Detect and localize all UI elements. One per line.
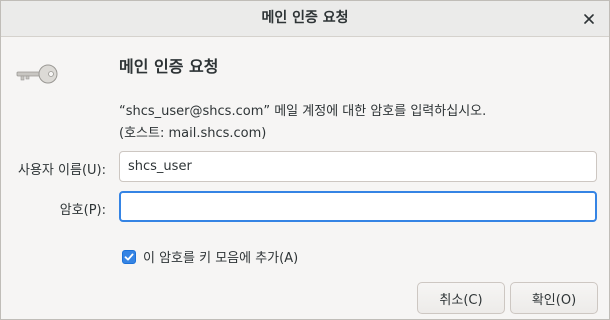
password-field[interactable] [119,191,597,222]
checkmark-icon [124,253,134,260]
message-account-line: “shcs_user@shcs.com” 메일 계정에 대한 암호를 입력하십시… [119,104,487,119]
close-icon [584,14,594,24]
remember-password-label: 이 암호를 키 모음에 추가(A) [143,251,299,266]
dialog-heading: 메인 인증 요청 [119,57,219,76]
username-field[interactable] [119,151,597,182]
dialog-message: “shcs_user@shcs.com” 메일 계정에 대한 암호를 입력하십시… [119,101,486,145]
password-label: 암호(P): [59,203,106,218]
remember-password-checkbox[interactable] [122,249,136,264]
remember-password-option[interactable]: 이 암호를 키 모음에 추가(A) [122,247,298,266]
message-host-line: (호스트: mail.shcs.com) [119,126,267,141]
key-icon [16,64,58,84]
close-button[interactable] [579,9,599,29]
title-bar: 메인 인증 요청 [1,1,609,37]
ok-button[interactable]: 확인(O) [510,282,598,314]
auth-dialog: 메인 인증 요청 메인 인증 요청 “shcs_user@shcs.com” 메… [0,0,610,320]
window-title: 메인 인증 요청 [261,10,349,26]
cancel-button[interactable]: 취소(C) [417,282,505,314]
username-label: 사용자 이름(U): [18,163,106,178]
